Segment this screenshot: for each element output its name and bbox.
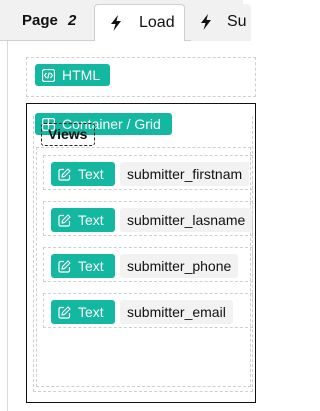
tab-submit[interactable]: Su (191, 4, 251, 41)
field-name: submitter_lasname (120, 208, 253, 232)
text-field-row[interactable]: Text submitter_lasname (43, 201, 253, 236)
field-name: submitter_phone (120, 254, 239, 278)
text-badge[interactable]: Text (51, 254, 115, 278)
edit-icon (58, 214, 71, 227)
text-badge-label: Text (78, 258, 104, 274)
edit-icon (58, 168, 71, 181)
field-name: submitter_email (120, 300, 233, 324)
text-badge[interactable]: Text (51, 300, 115, 324)
text-badge-label: Text (78, 166, 104, 182)
page-number[interactable]: 2 (68, 12, 76, 29)
edit-icon (58, 306, 71, 319)
field-name: submitter_firstnam (120, 162, 250, 186)
bolt-icon (111, 15, 121, 31)
text-badge[interactable]: Text (51, 208, 115, 232)
html-badge-label: HTML (62, 67, 101, 83)
text-field-row[interactable]: Text submitter_phone (43, 247, 253, 282)
code-icon (42, 69, 55, 82)
tab-submit-label: Su (227, 13, 247, 30)
text-badge[interactable]: Text (51, 162, 115, 186)
tab-load[interactable]: Load (94, 4, 185, 41)
bolt-icon (201, 14, 211, 30)
edit-icon (58, 260, 71, 273)
html-badge[interactable]: HTML (35, 64, 110, 86)
tab-load-label: Load (139, 14, 175, 31)
views-label[interactable]: Views (41, 123, 95, 146)
tab-bar: Page 2 Load Su (0, 0, 251, 41)
page-label: Page (22, 12, 58, 29)
text-badge-label: Text (78, 212, 104, 228)
text-badge-label: Text (78, 304, 104, 320)
text-field-row[interactable]: Text submitter_firstnam (43, 155, 253, 190)
text-field-row[interactable]: Text submitter_email (43, 293, 253, 328)
